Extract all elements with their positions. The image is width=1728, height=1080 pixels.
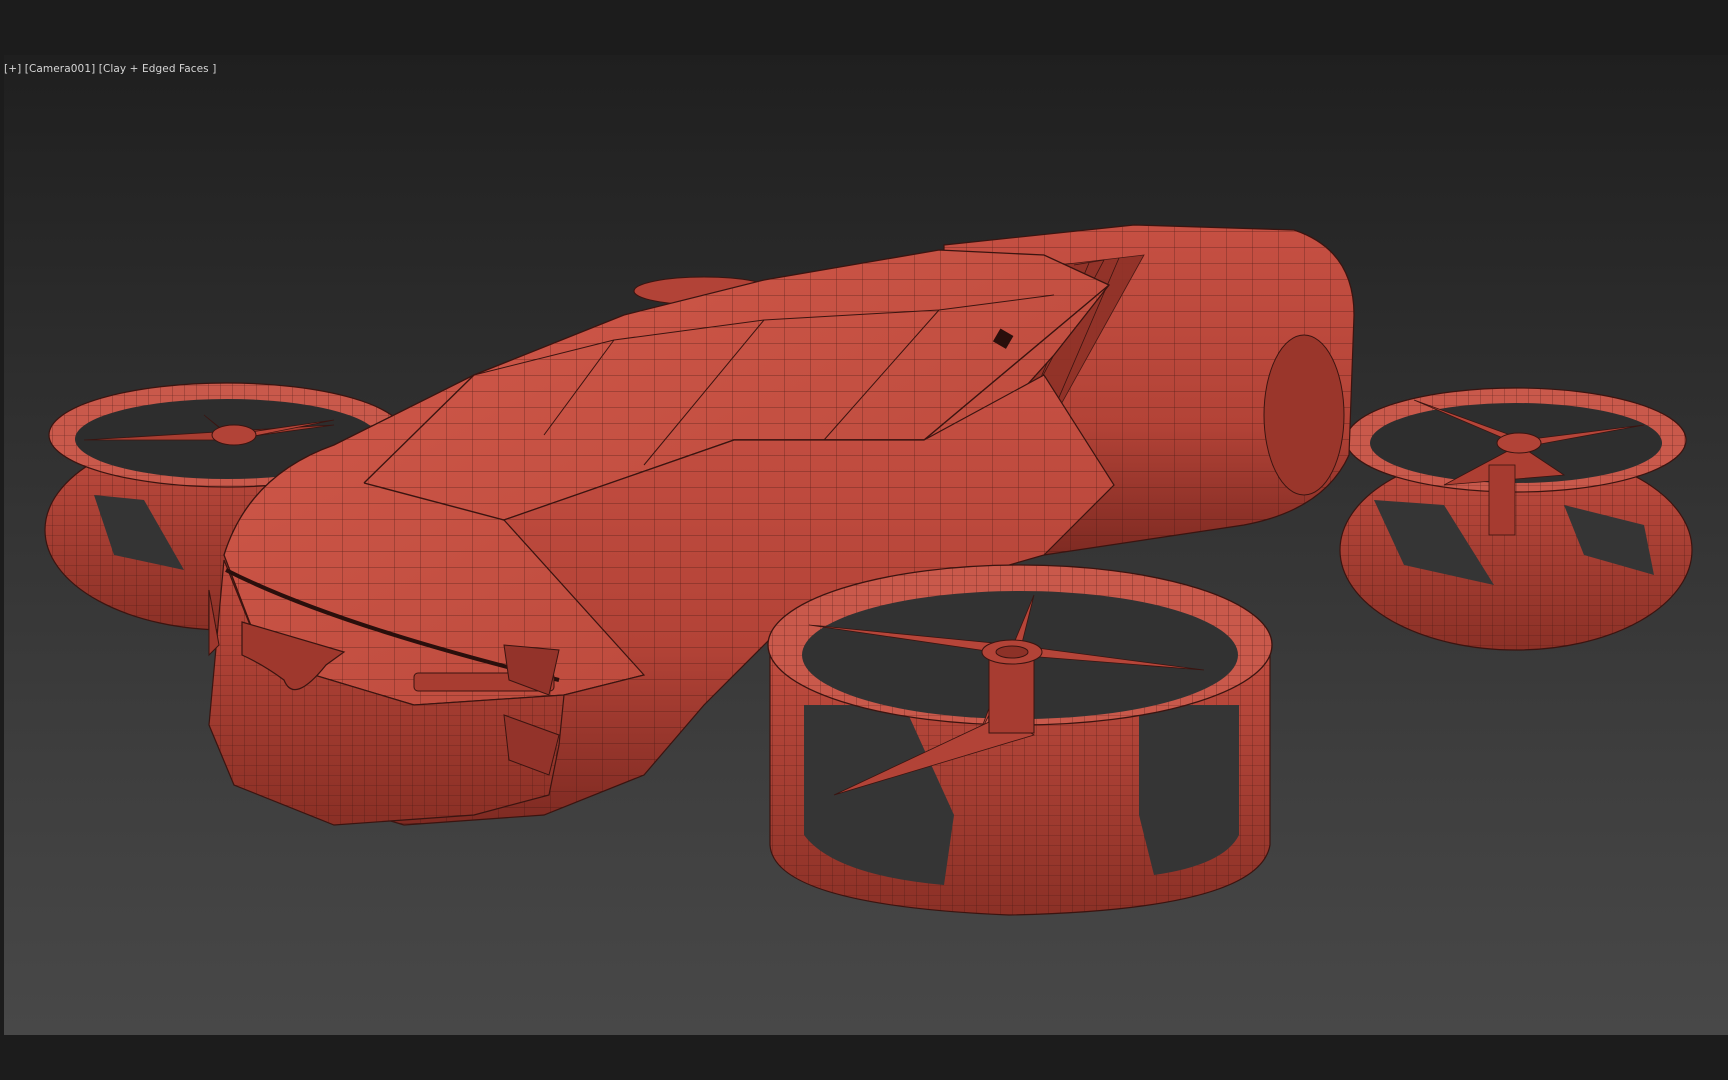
rotor-front[interactable] xyxy=(767,564,1273,916)
camera-selector[interactable]: [Camera001] xyxy=(25,63,96,75)
shading-mode-selector[interactable]: [Clay + Edged Faces ] xyxy=(99,63,217,75)
flying-car-drone-icon[interactable] xyxy=(4,55,1728,1035)
rotor-right[interactable] xyxy=(1339,387,1693,651)
viewport-label: [+] [Camera001] [Clay + Edged Faces ] xyxy=(4,63,216,75)
application-window: z [+] [Camera001] [Clay + Edged Faces ] xyxy=(0,0,1728,1080)
viewport[interactable]: z xyxy=(4,55,1728,1035)
viewport-menu-button[interactable]: [+] xyxy=(4,63,21,75)
